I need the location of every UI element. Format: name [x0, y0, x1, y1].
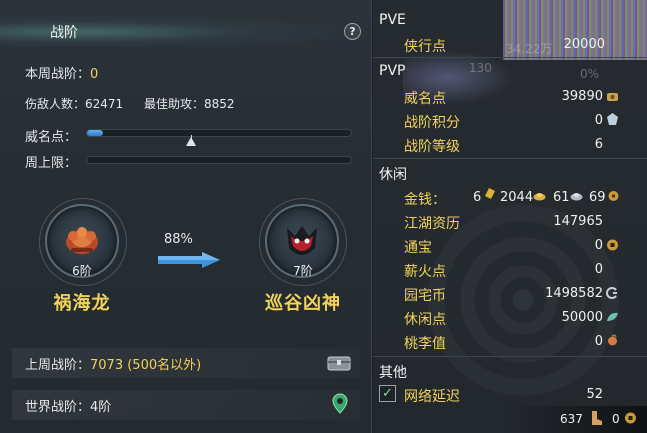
money-other-value: 69	[589, 190, 606, 205]
background-text-b: 130	[469, 61, 492, 75]
section-pve: PVE	[379, 12, 406, 28]
map-pin-icon[interactable]	[332, 393, 348, 415]
leisure-row-value: 147965	[553, 214, 603, 229]
network-latency-checkbox[interactable]: ✓	[379, 385, 396, 402]
kills-value: 62471	[85, 97, 124, 111]
rank-progress-percent: 88%	[164, 232, 193, 247]
this-week-value: 0	[90, 67, 99, 82]
boot-icon	[592, 411, 602, 425]
pvp-row-value: 0	[594, 113, 603, 128]
prestige-bar-fill	[87, 130, 103, 136]
next-rank-name: 巡谷凶神	[265, 293, 341, 314]
money-silver-value: 2044	[500, 190, 534, 205]
divider	[373, 158, 647, 159]
prestige-label: 威名点：	[25, 130, 78, 145]
last-week-value: 7073 (500名以外)	[90, 358, 202, 373]
bottom-left-value: 637	[560, 412, 583, 426]
pvp-row-name: 威名点	[404, 91, 446, 107]
money-gold-value: 6	[473, 190, 482, 205]
bottom-coin-icon	[625, 412, 636, 424]
divider	[373, 57, 647, 58]
background-text-c: 0%	[580, 67, 600, 81]
coin-icon	[608, 191, 619, 201]
section-pvp: PVP	[379, 63, 406, 79]
background-text-a: 34.22万	[506, 42, 553, 56]
leisure-row-value: 50000	[561, 310, 603, 325]
leisure-row-name: 桃李值	[404, 336, 446, 352]
best-assist-stat: 最佳助攻：8852	[144, 95, 235, 112]
prestige-icon	[607, 93, 618, 101]
leaf-icon	[607, 312, 618, 321]
prestige-marker-icon	[186, 137, 196, 146]
leisure-row-value: 0	[594, 238, 603, 253]
leisure-row-value: 1498582	[545, 286, 603, 301]
leisure-row-value: 0	[594, 262, 603, 277]
rank-panel: 战阶 ? 本周战阶：0 伤敌人数：62471 最佳助攻：8852 威名点： 周上…	[0, 0, 372, 433]
other-row-value: 52	[586, 387, 603, 402]
section-other: 其他	[379, 365, 407, 381]
divider	[373, 356, 647, 357]
weekly-cap-bar	[86, 156, 352, 164]
pvp-row-name: 战阶积分	[404, 115, 460, 131]
pvp-row-value: 6	[594, 137, 603, 152]
pvp-row-value: 39890	[561, 89, 603, 104]
current-rank-level: 6阶	[72, 264, 92, 278]
leisure-row-name: 休闲点	[404, 312, 446, 328]
pve-row-name: 侠行点	[404, 39, 446, 55]
help-icon[interactable]: ?	[344, 23, 361, 40]
this-week-rank: 本周战阶：0	[25, 63, 98, 82]
section-leisure: 休闲	[379, 167, 407, 183]
best-assist-label: 最佳助攻：	[144, 97, 205, 111]
money-copper-value: 61	[553, 190, 570, 205]
kills-label: 伤敌人数：	[25, 97, 86, 111]
world-rank-value: 4阶	[90, 400, 112, 415]
silver-ingot-icon	[533, 193, 546, 201]
gold-ingot-icon	[485, 188, 495, 199]
leisure-row-name: 江湖资历	[404, 216, 460, 232]
world-rank: 世界战阶：4阶	[25, 396, 111, 415]
best-assist-value: 8852	[204, 97, 235, 111]
world-rank-label: 世界战阶：	[25, 400, 91, 415]
next-rank-level: 7阶	[293, 264, 313, 278]
money-label: 金钱：	[404, 192, 446, 208]
leisure-row-name: 园宅币	[404, 288, 446, 304]
chest-icon[interactable]	[327, 354, 351, 372]
this-week-label: 本周战阶：	[25, 67, 91, 82]
last-week-rank: 上周战阶：7073 (500名以外)	[25, 354, 201, 373]
currency-panel: 34.22万 130 0% PVE 侠行点 20000 PVP 威名点 3989…	[373, 0, 647, 433]
kills-stat: 伤敌人数：62471	[25, 95, 123, 112]
progress-arrow-icon	[158, 252, 220, 268]
other-row-name: 网络延迟	[404, 389, 460, 405]
leisure-row-name: 薪火点	[404, 264, 446, 280]
peach-icon	[608, 334, 617, 346]
last-week-label: 上周战阶：	[25, 358, 91, 373]
house-coin-icon	[606, 287, 617, 299]
rank-score-icon	[607, 113, 618, 125]
leisure-row-name: 通宝	[404, 240, 432, 256]
current-rank-name: 祸海龙	[53, 293, 111, 314]
prestige-bar	[86, 129, 352, 137]
pvp-row-name: 战阶等级	[404, 139, 460, 155]
bottom-right-value: 0	[612, 412, 620, 426]
copper-ingot-icon	[570, 193, 583, 201]
leisure-row-value: 0	[594, 334, 603, 349]
weekly-cap-label: 周上限：	[25, 156, 78, 171]
pve-row-value: 20000	[563, 37, 605, 52]
panel-title: 战阶	[50, 25, 78, 41]
tongbao-coin-icon	[607, 239, 618, 251]
